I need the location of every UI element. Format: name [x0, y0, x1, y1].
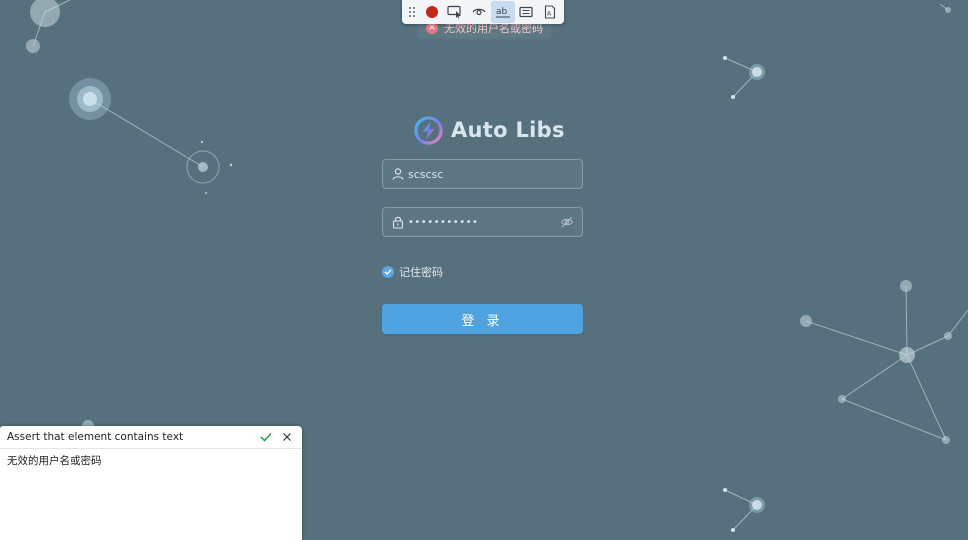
auto-libs-logo-icon [414, 115, 443, 145]
text-ab-icon: ab [495, 7, 510, 18]
remember-password[interactable]: 记住密码 [382, 264, 443, 280]
svg-text:ab: ab [496, 7, 508, 17]
username-value: scscsc [408, 167, 444, 181]
svg-text:A: A [547, 11, 552, 18]
remember-label: 记住密码 [399, 266, 443, 279]
value-box-icon [519, 6, 534, 18]
drag-dots-icon[interactable] [404, 1, 420, 23]
app-logo: Auto Libs [414, 114, 565, 146]
assert-visibility-button[interactable] [467, 1, 491, 23]
assert-value-button[interactable] [515, 1, 539, 23]
recorder-toolbar: ab A [402, 0, 564, 24]
snapshot-doc-icon: A [545, 5, 556, 19]
eye-icon [472, 8, 486, 16]
assert-text-panel: Assert that element contains text 无效的用户名… [0, 426, 302, 540]
assert-snapshot-button[interactable]: A [538, 1, 562, 23]
assert-panel-header: Assert that element contains text [0, 426, 302, 449]
assert-text-editor[interactable]: 无效的用户名或密码 [0, 449, 302, 472]
record-icon [425, 6, 438, 18]
assert-panel-title: Assert that element contains text [7, 431, 184, 443]
record-button[interactable] [420, 1, 444, 23]
user-icon [391, 167, 405, 181]
pick-element-icon [447, 5, 462, 19]
app-name: Auto Libs [451, 118, 565, 142]
pick-locator-button[interactable] [444, 1, 468, 23]
close-icon[interactable] [278, 428, 296, 446]
password-input[interactable]: ••••••••••• [382, 207, 583, 237]
password-value: ••••••••••• [408, 216, 479, 228]
accept-check-icon[interactable] [257, 428, 275, 446]
lock-icon [391, 215, 405, 229]
remember-checkbox[interactable] [382, 266, 394, 278]
assert-text-button[interactable]: ab [490, 1, 515, 23]
username-input[interactable]: scscsc [382, 159, 583, 189]
eye-off-icon[interactable] [560, 215, 574, 229]
assert-text-value: 无效的用户名或密码 [7, 455, 102, 467]
login-button[interactable]: 登 录 [382, 304, 583, 334]
